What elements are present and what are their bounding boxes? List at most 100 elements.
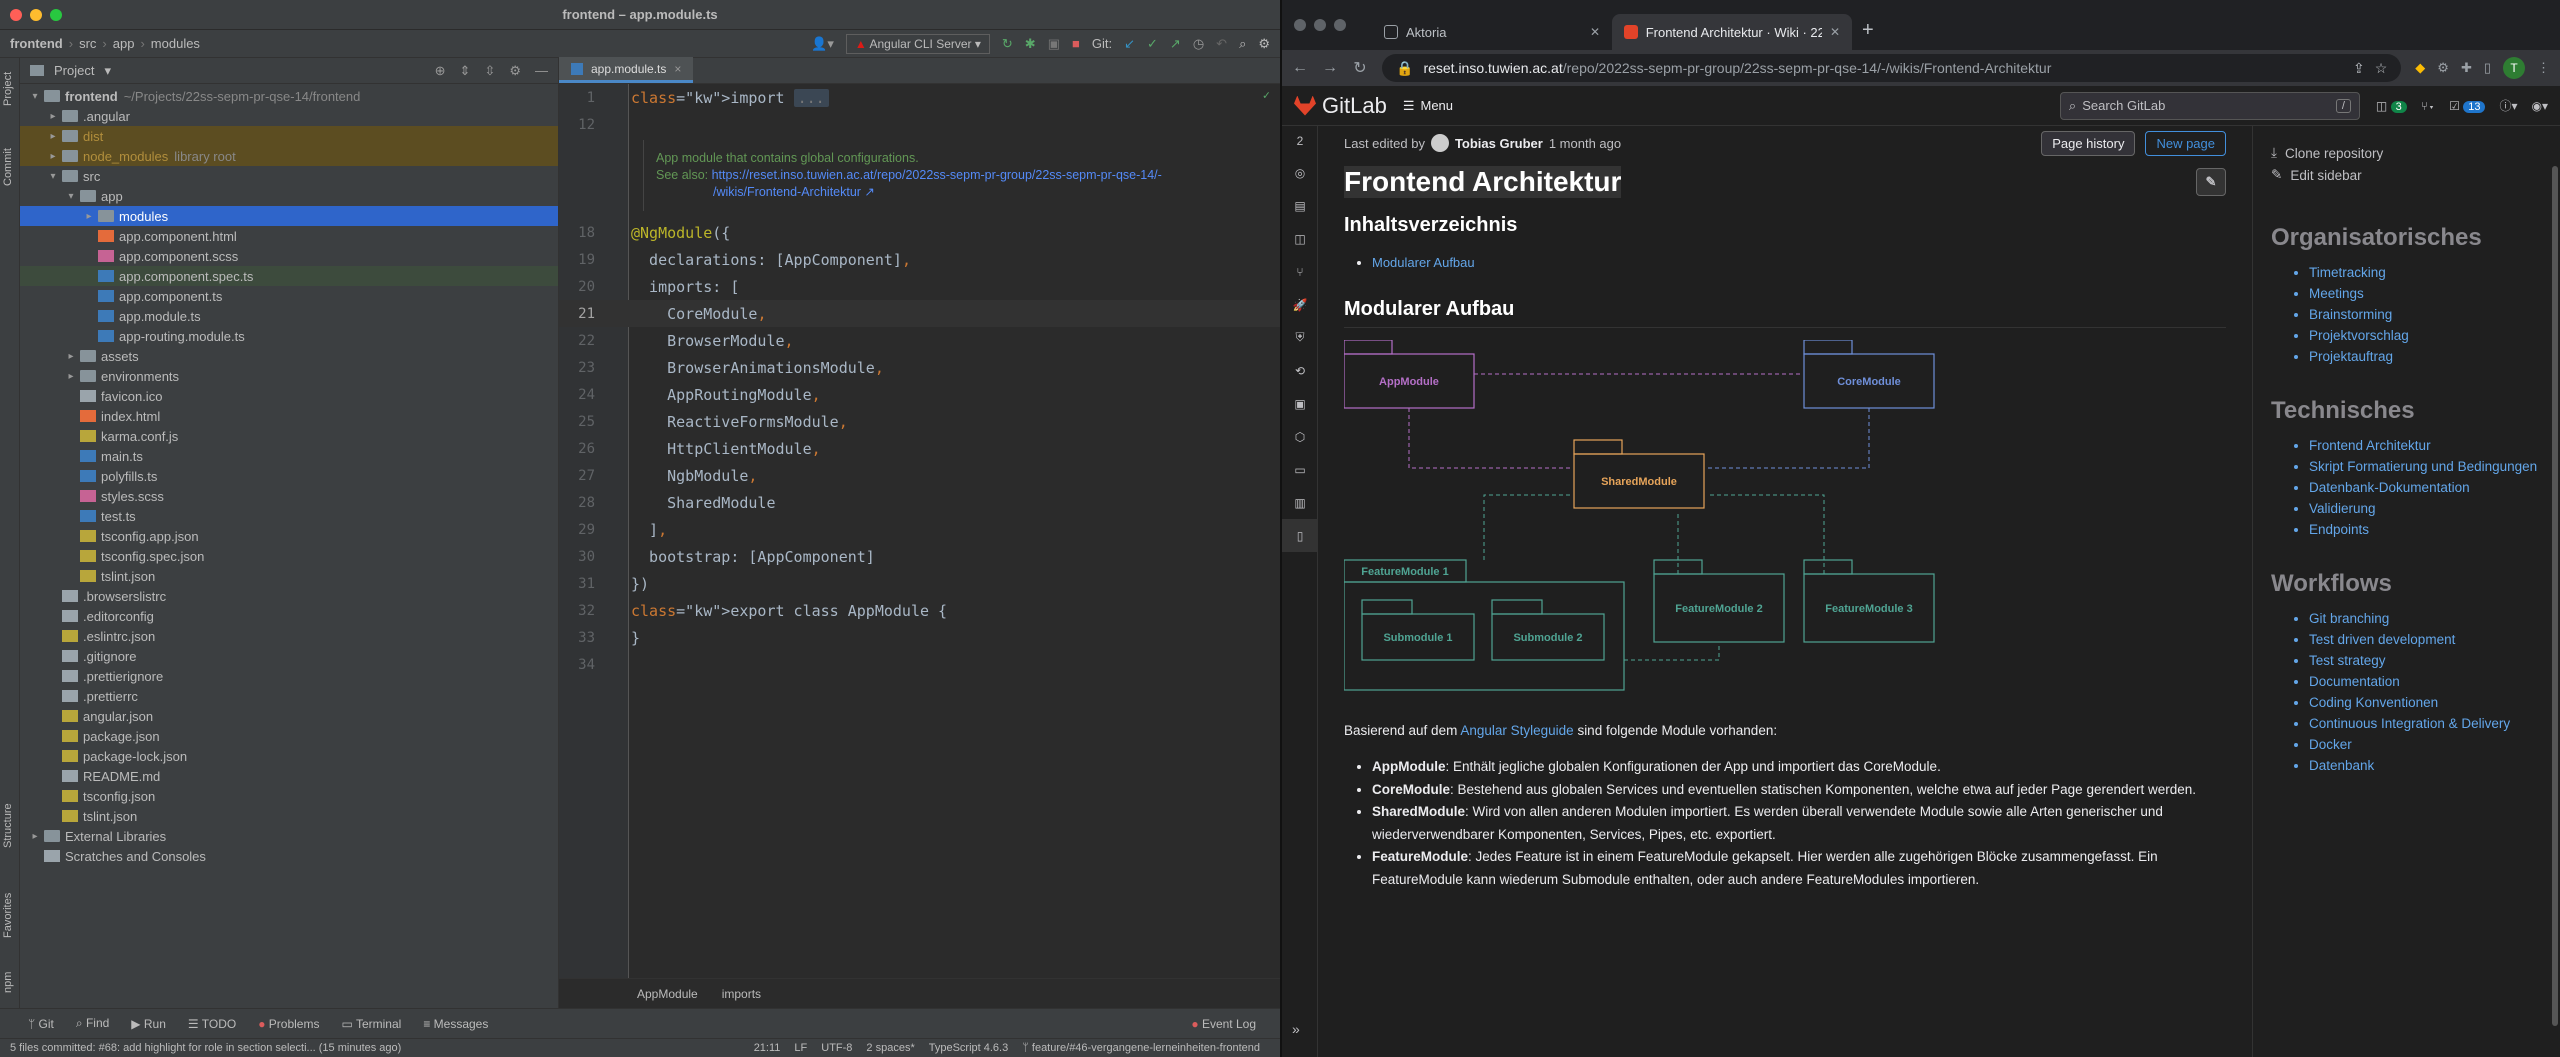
reload-icon[interactable]: ↻ [1352, 58, 1368, 78]
profile-avatar[interactable]: T [2503, 57, 2525, 79]
gitlab-logo[interactable]: GitLab [1294, 93, 1387, 119]
sidebar-link[interactable]: Git branching [2309, 608, 2560, 629]
breadcrumb-imports[interactable]: imports [722, 987, 761, 1001]
merge-requests-icon[interactable]: ⑂▾ [2421, 99, 2435, 113]
code-line[interactable]: 1 class="kw">import ... [559, 84, 1280, 111]
collapse-sidebar-icon[interactable]: » [1292, 1021, 1300, 1037]
sidebar-link[interactable]: Docker [2309, 734, 2560, 755]
more-vert-icon[interactable]: ⋮ [2537, 60, 2550, 76]
angular-styleguide-link[interactable]: Angular Styleguide [1460, 723, 1573, 738]
language-service[interactable]: TypeScript 4.6.3 [929, 1042, 1009, 1054]
sidebar-count[interactable]: 2 [1282, 126, 1318, 156]
chevron-right-icon[interactable]: ▸ [64, 351, 78, 362]
git-branch-widget[interactable]: ᛘ feature/#46-vergangene-lerneinheiten-f… [1022, 1042, 1260, 1054]
chevron-right-icon[interactable]: ▸ [28, 831, 42, 842]
collapse-all-icon[interactable]: ⇳ [484, 63, 495, 79]
tree-item[interactable]: app.module.ts [20, 306, 558, 326]
forward-icon[interactable]: → [1322, 59, 1338, 77]
sidebar-link[interactable]: Projektvorschlag [2309, 325, 2560, 346]
chevron-down-icon[interactable]: ▾ [104, 63, 111, 79]
coverage-icon[interactable]: ▣ [1048, 36, 1060, 52]
tree-item[interactable]: ▸ External Libraries [20, 826, 558, 846]
toc-link-modularer-aufbau[interactable]: Modularer Aufbau [1372, 255, 1475, 270]
search-icon[interactable]: ⌕ [1239, 36, 1246, 52]
history-icon[interactable]: ◷ [1193, 36, 1204, 52]
sidebar-link[interactable]: Endpoints [2309, 519, 2560, 540]
inspection-ok-icon[interactable]: ✓ [1263, 88, 1270, 102]
terminal-tool-button[interactable]: ▭ Terminal [341, 1017, 401, 1031]
tree-item[interactable]: app-routing.module.ts [20, 326, 558, 346]
caret-position[interactable]: 21:11 [754, 1042, 781, 1054]
tree-item[interactable]: tslint.json [20, 566, 558, 586]
tree-item[interactable]: index.html [20, 406, 558, 426]
tree-item[interactable]: ▾ src [20, 166, 558, 186]
sidebar-link[interactable]: Timetracking [2309, 262, 2560, 283]
tree-item[interactable]: ▾ frontend ~/Projects/22ss-sepm-pr-qse-14/… [20, 86, 558, 106]
tree-item[interactable]: app.component.html [20, 226, 558, 246]
code-line[interactable]: 12 [559, 111, 1280, 138]
sidebar-link[interactable]: Datenbank [2309, 755, 2560, 776]
merge-requests-icon[interactable]: ⑂ [1282, 255, 1318, 288]
tree-item[interactable]: favicon.ico [20, 386, 558, 406]
code-line[interactable]: 23 BrowserAnimationsModule, [559, 354, 1280, 381]
structure-tool-tab[interactable]: Structure [2, 803, 14, 848]
run-tool-button[interactable]: ▶ Run [131, 1017, 166, 1031]
tree-item[interactable]: tsconfig.spec.json [20, 546, 558, 566]
page-history-button[interactable]: Page history [2041, 130, 2136, 156]
search-input[interactable]: ⌕ Search GitLab / [2059, 91, 2360, 120]
author-name[interactable]: Tobias Gruber [1455, 136, 1543, 151]
lock-icon[interactable]: 🔒 [1396, 60, 1413, 77]
code-line[interactable]: 31}) [559, 570, 1280, 597]
tree-item[interactable]: .editorconfig [20, 606, 558, 626]
sidebar-link[interactable]: Datenbank-Dokumentation [2309, 477, 2560, 498]
wiki-icon[interactable]: ▯ [1282, 519, 1318, 552]
code-line[interactable]: 28 SharedModule [559, 489, 1280, 516]
chevron-down-icon[interactable]: ▾ [46, 171, 60, 182]
sidebar-link[interactable]: Frontend Architektur [2309, 435, 2560, 456]
code-line[interactable]: 19 declarations: [AppComponent], [559, 246, 1280, 273]
chevron-right-icon[interactable]: ▸ [82, 211, 96, 222]
analytics-icon[interactable]: ▥ [1282, 486, 1318, 519]
browser-tab-aktoria[interactable]: Aktoria ✕ [1372, 14, 1612, 50]
doc-wiki-link[interactable]: https://reset.inso.tuwien.ac.at/repo/202… [712, 168, 1162, 182]
code-line[interactable]: 30 bootstrap: [AppComponent] [559, 543, 1280, 570]
user-icon[interactable]: 👤▾ [811, 36, 834, 52]
puzzle-icon[interactable]: ✚ [2461, 60, 2472, 76]
git-push-icon[interactable]: ↗ [1170, 36, 1181, 52]
tree-item[interactable]: tslint.json [20, 806, 558, 826]
git-tool-button[interactable]: ᛘ Git [28, 1017, 54, 1031]
gear-icon[interactable]: ⚙ [509, 63, 521, 79]
tree-item[interactable]: package.json [20, 726, 558, 746]
code-line[interactable]: 34 [559, 651, 1280, 678]
monitor-icon[interactable]: ▭ [1282, 453, 1318, 486]
todos-button[interactable]: ☑ 13 [2449, 99, 2486, 113]
tree-item[interactable]: tsconfig.app.json [20, 526, 558, 546]
minimize-window-button[interactable] [30, 9, 42, 21]
code-line[interactable]: 33} [559, 624, 1280, 651]
scrollbar-thumb[interactable] [2552, 166, 2558, 1026]
code-area[interactable]: 1 class="kw">import ... 12 18 @NgModule({19 … [559, 84, 1280, 978]
issues-icon[interactable]: ◫ [1282, 222, 1318, 255]
project-overview-icon[interactable]: ◎ [1282, 156, 1318, 189]
edit-sidebar-link[interactable]: ✎ Edit sidebar [2253, 164, 2560, 186]
tree-item[interactable]: ▸ dist [20, 126, 558, 146]
share-icon[interactable]: ⇪ [2353, 60, 2365, 77]
issues-button[interactable]: ◫ 3 [2376, 99, 2407, 113]
tree-item[interactable]: ▸ .angular [20, 106, 558, 126]
tree-item[interactable]: .prettierignore [20, 666, 558, 686]
tree-item[interactable]: styles.scss [20, 486, 558, 506]
address-bar[interactable]: 🔒 reset.inso.tuwien.ac.at/repo/2022ss-se… [1382, 54, 2402, 82]
code-line[interactable]: 27 NgbModule, [559, 462, 1280, 489]
code-line[interactable]: 32 class="kw">export class AppModule { [559, 597, 1280, 624]
code-line[interactable]: 20 imports: [ [559, 273, 1280, 300]
tree-item[interactable]: ▸ node_modules library root [20, 146, 558, 166]
chevron-down-icon[interactable]: ▾ [28, 91, 42, 102]
edit-pencil-icon[interactable]: ✎ [2196, 168, 2226, 196]
tree-item[interactable]: app.component.spec.ts [20, 266, 558, 286]
tree-item[interactable]: .prettierrc [20, 686, 558, 706]
code-line[interactable]: 24 AppRoutingModule, [559, 381, 1280, 408]
security-icon[interactable]: ⛨ [1282, 321, 1318, 354]
chevron-right-icon[interactable]: ▸ [64, 371, 78, 382]
sidebar-link[interactable]: Coding Konventionen [2309, 692, 2560, 713]
cicd-icon[interactable]: 🚀 [1282, 288, 1318, 321]
